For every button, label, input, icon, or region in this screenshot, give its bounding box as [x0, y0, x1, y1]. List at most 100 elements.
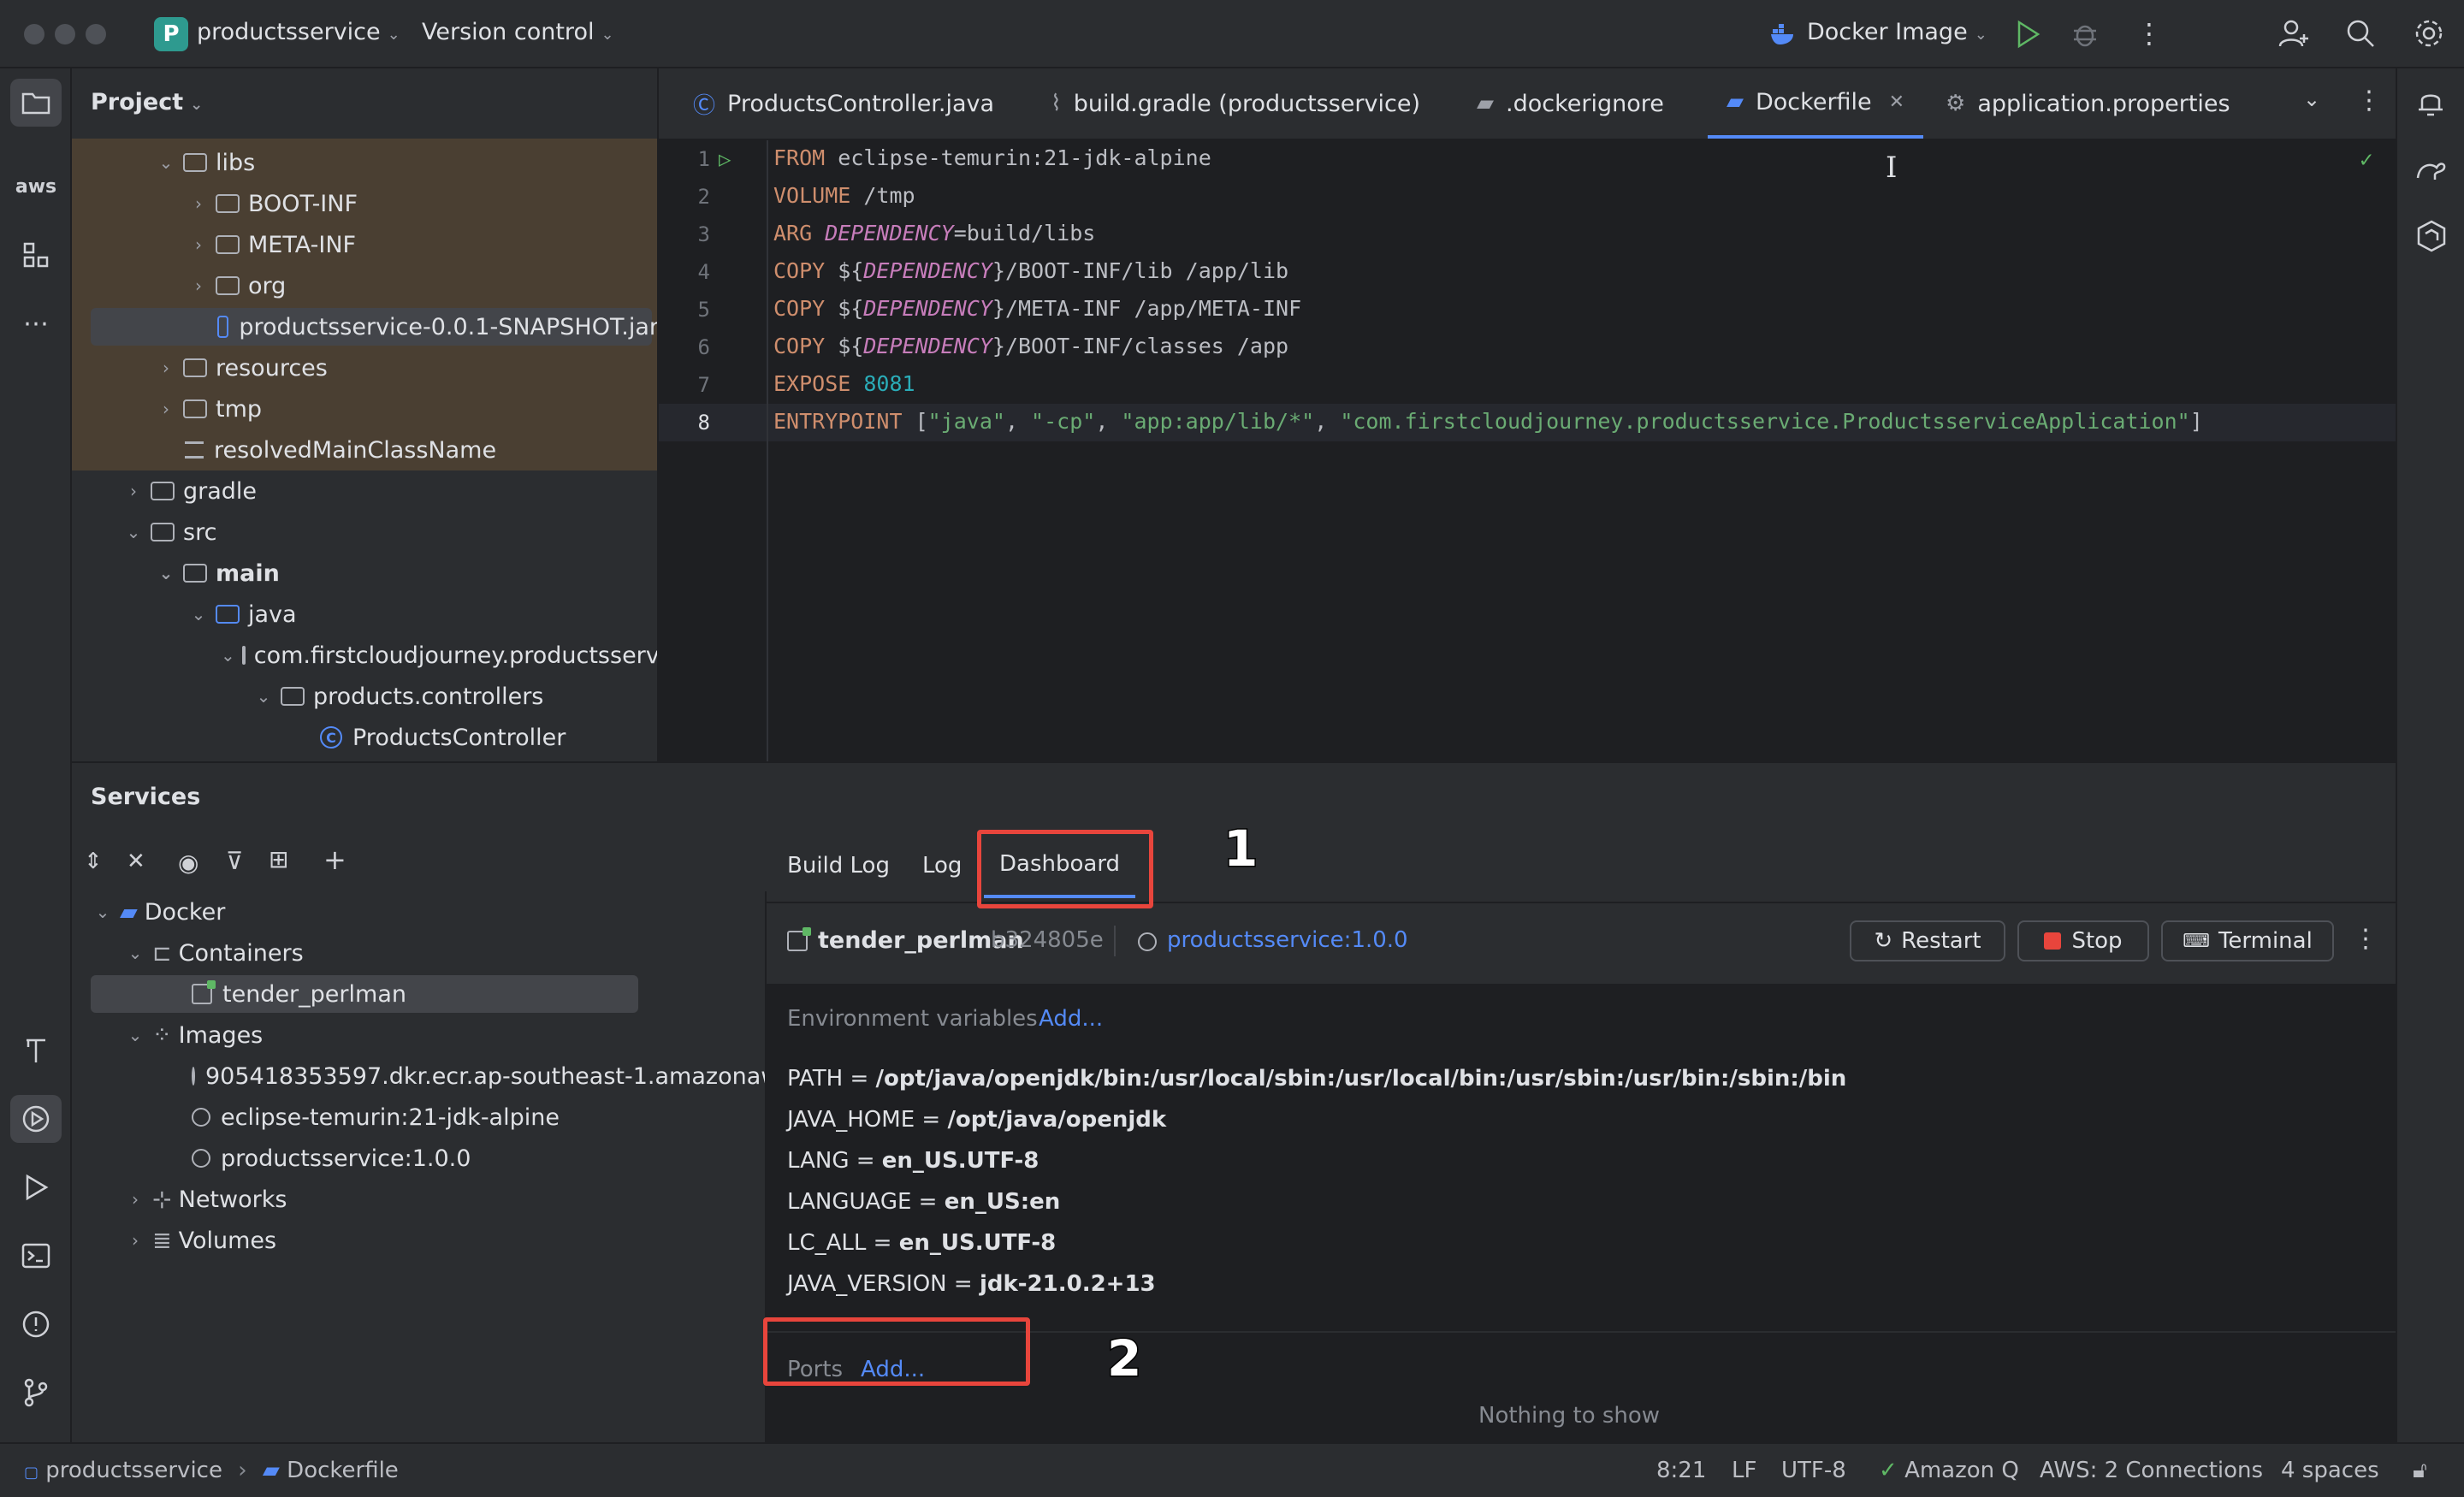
more-tools-icon[interactable]: ⋯ [10, 299, 62, 347]
caret-position[interactable]: 8:21 [1656, 1458, 1706, 1483]
tree-item-src[interactable]: ⌄ src [72, 512, 657, 553]
tab-dockerignore[interactable]: ▰ .dockerignore [1477, 68, 1664, 139]
image-link[interactable]: productsservice:1.0.0 [1167, 927, 1408, 953]
file-encoding[interactable]: UTF-8 [1781, 1458, 1846, 1483]
chevron-right-icon[interactable]: › [188, 234, 209, 255]
stop-button[interactable]: Stop [2017, 920, 2149, 962]
chevron-down-icon[interactable]: ⌄ [188, 604, 209, 624]
gradle-icon[interactable] [2414, 154, 2449, 189]
aws-icon[interactable]: aws [10, 163, 62, 210]
tab-build-log[interactable]: Build Log [787, 833, 890, 898]
tree-item-images[interactable]: ⌄ ⁘ Images [72, 1015, 659, 1056]
chevron-right-icon[interactable]: › [123, 481, 144, 501]
run-gutter-icon[interactable]: ▷ [719, 147, 731, 171]
chevron-right-icon[interactable]: › [156, 399, 176, 419]
tree-item-gradle[interactable]: › gradle [72, 470, 657, 512]
run-config-selector[interactable]: Docker Image ⌄ [1807, 19, 1987, 45]
chevron-right-icon[interactable]: › [125, 1230, 145, 1251]
terminal-tool-icon[interactable] [10, 1232, 62, 1280]
more-actions-icon[interactable]: ⋮ [2356, 86, 2382, 115]
gear-icon[interactable] [2413, 17, 2445, 56]
chevron-down-icon[interactable]: ⌄ [125, 1025, 145, 1045]
window-zoom-button[interactable] [86, 24, 106, 44]
run-tool-icon[interactable] [10, 1163, 62, 1211]
chevron-down-icon[interactable]: ⌄ [123, 522, 144, 542]
tab-products-controller[interactable]: Ⓒ ProductsController.java [693, 68, 994, 139]
tree-item-meta-inf[interactable]: › META-INF [72, 224, 657, 265]
chevron-down-icon[interactable]: ⌄ [156, 152, 176, 173]
collapse-all-icon[interactable]: ✕ [127, 849, 145, 874]
aws-explorer-icon[interactable] [2414, 219, 2449, 259]
tree-item-jar[interactable]: productsservice-0.0.1-SNAPSHOT.jar [72, 306, 657, 347]
tab-log[interactable]: Log [922, 833, 962, 898]
tree-item-networks[interactable]: › ⊹ Networks [72, 1179, 659, 1220]
chevron-down-icon[interactable]: ⌄ [2303, 87, 2320, 111]
add-user-icon[interactable] [2277, 17, 2310, 56]
close-icon[interactable]: ✕ [1889, 92, 1904, 113]
chevron-right-icon[interactable]: › [125, 1189, 145, 1210]
breadcrumb-file[interactable]: Dockerfile [287, 1458, 399, 1483]
search-icon[interactable] [2344, 17, 2377, 56]
vcs-menu[interactable]: Version control ⌄ [422, 19, 614, 45]
tree-item-containers[interactable]: ⌄ ⊏ Containers [72, 932, 659, 973]
tree-item-boot-inf[interactable]: › BOOT-INF [72, 183, 657, 224]
chevron-down-icon[interactable]: ⌄ [125, 943, 145, 963]
indent-setting[interactable]: 4 spaces [2281, 1458, 2379, 1483]
tree-item-resources[interactable]: › resources [72, 347, 657, 388]
code-editor[interactable]: ▷ 1 2 3 4 5 6 7 8 FROM eclipse-temurin:2… [659, 140, 2396, 761]
build-icon[interactable] [10, 1027, 62, 1074]
tree-item-controllers-package[interactable]: ⌄ products.controllers [72, 676, 657, 717]
tree-item-productsservice-image[interactable]: productsservice:1.0.0 [72, 1138, 659, 1179]
project-switcher[interactable]: productsservice ⌄ [197, 19, 400, 45]
tree-item-libs[interactable]: ⌄ libs [72, 142, 657, 183]
tree-item-docker[interactable]: ⌄ ▰ Docker [72, 891, 659, 932]
aws-connections[interactable]: AWS: 2 Connections [2040, 1458, 2263, 1483]
amazon-q-status[interactable]: ✓ Amazon Q [1879, 1458, 2019, 1483]
add-service-icon[interactable]: + [323, 843, 346, 876]
tree-item-products-controller[interactable]: C ProductsController [72, 717, 657, 758]
chevron-right-icon[interactable]: › [188, 193, 209, 214]
new-group-icon[interactable]: ⊞ [269, 845, 288, 873]
terminal-button[interactable]: ⌨ Terminal [2161, 920, 2334, 962]
tree-item-package-root[interactable]: ⌄ com.firstcloudjourney.productsserv [72, 635, 657, 676]
tab-dockerfile[interactable]: ▰ Dockerfile ✕ [1708, 68, 1924, 139]
project-panel-header[interactable]: Project ⌄ [91, 89, 203, 115]
restart-button[interactable]: ↻ Restart [1850, 920, 2005, 962]
structure-icon[interactable] [10, 231, 62, 279]
project-badge[interactable]: P [154, 17, 188, 51]
tree-item-volumes[interactable]: › ≣ Volumes [72, 1220, 659, 1261]
more-actions-icon[interactable]: ⋮ [2353, 924, 2378, 954]
chevron-right-icon[interactable]: › [156, 358, 176, 378]
tree-item-tender-perlman[interactable]: tender_perlman [72, 973, 659, 1015]
tree-item-ecr-image[interactable]: 905418353597.dkr.ecr.ap-southeast-1.amaz… [72, 1056, 765, 1097]
filter-icon[interactable]: ⊽ [226, 847, 244, 875]
tab-build-gradle[interactable]: ⌇ build.gradle (productsservice) [1051, 68, 1420, 139]
bell-icon[interactable] [2414, 86, 2447, 126]
tree-item-temurin-image[interactable]: eclipse-temurin:21-jdk-alpine [72, 1097, 659, 1138]
lock-icon[interactable]: 🔓︎ [2413, 1458, 2427, 1484]
chevron-down-icon[interactable]: ⌄ [253, 686, 274, 707]
add-env-variable-link[interactable]: Add... [1039, 1006, 1103, 1032]
git-branch-icon[interactable] [10, 1369, 62, 1417]
run-button[interactable] [2014, 19, 2041, 56]
tab-application-properties[interactable]: ⚙ application.properties [1946, 68, 2230, 139]
chevron-down-icon[interactable]: ⌄ [92, 902, 113, 922]
expand-all-icon[interactable]: ⇕ [84, 849, 103, 874]
line-separator[interactable]: LF [1732, 1458, 1756, 1483]
chevron-down-icon[interactable]: ⌄ [156, 563, 176, 583]
chevron-down-icon[interactable]: ⌄ [221, 645, 235, 666]
problems-icon[interactable] [10, 1300, 62, 1348]
window-minimize-button[interactable] [55, 24, 75, 44]
debug-button[interactable] [2070, 19, 2100, 56]
chevron-right-icon[interactable]: › [188, 275, 209, 296]
project-tool-icon[interactable] [10, 79, 62, 127]
window-close-button[interactable] [24, 24, 44, 44]
more-actions-icon[interactable]: ⋮ [2135, 17, 2163, 50]
services-tool-icon[interactable] [10, 1095, 62, 1143]
tree-item-java[interactable]: ⌄ java [72, 594, 657, 635]
tree-item-org[interactable]: › org [72, 265, 657, 306]
tree-item-tmp[interactable]: › tmp [72, 388, 657, 429]
tree-item-main[interactable]: ⌄ main [72, 553, 657, 594]
breadcrumb-project[interactable]: productsservice [45, 1458, 222, 1483]
eye-icon[interactable]: ◉ [178, 849, 198, 877]
